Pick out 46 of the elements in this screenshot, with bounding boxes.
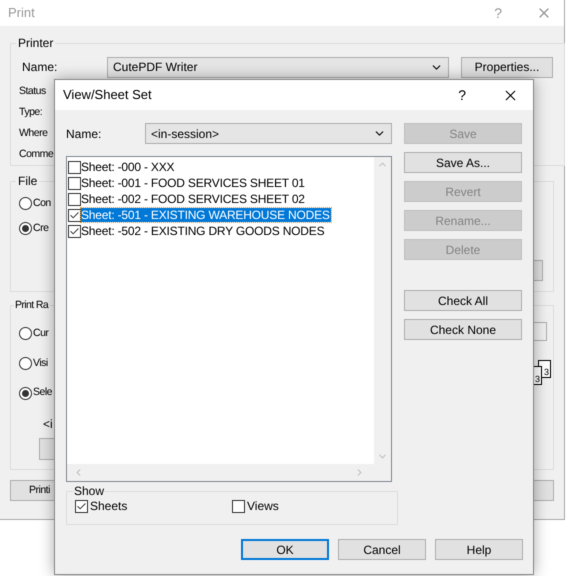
window-title: View/Sheet Set (63, 86, 152, 104)
check-button[interactable]: Check All (404, 290, 522, 311)
checkbox-label: Views (247, 498, 279, 515)
group-label: File (17, 173, 38, 190)
checkbox[interactable] (68, 176, 81, 190)
radio-label: Sele (33, 385, 52, 400)
group-label: Printer (17, 35, 54, 52)
field-label: Name: (22, 59, 58, 76)
properties-button[interactable]: Properties... (461, 56, 553, 78)
checkbox[interactable] (75, 500, 88, 512)
list-item[interactable]: Sheet: -001 - FOOD SERVICES SHEET 01 (81, 176, 306, 190)
list-item[interactable]: Sheet: -002 - FOOD SERVICES SHEET 02 (81, 192, 306, 206)
radio-button[interactable] (19, 222, 32, 236)
checkbox[interactable] (232, 500, 245, 512)
list-item[interactable]: Sheet: -501 - EXISTING WAREHOUSE NODES (81, 208, 331, 222)
radio-button[interactable] (19, 356, 32, 370)
checkbox[interactable] (68, 192, 81, 206)
radio-button[interactable] (19, 197, 32, 210)
field-label: Name: (66, 126, 102, 142)
list-item[interactable]: Sheet: -502 - EXISTING DRY GOODS NODES (81, 224, 326, 238)
radio-button[interactable] (19, 386, 32, 400)
side-button[interactable]: Save As... (404, 152, 522, 173)
checkbox[interactable] (68, 224, 81, 238)
group-label: Print Ra (14, 298, 50, 313)
checkbox[interactable] (68, 160, 81, 174)
field-label: Where (19, 126, 48, 141)
checkbox[interactable] (68, 208, 81, 222)
name-dropdown[interactable]: <in-session> (145, 123, 392, 144)
field-label: Status (19, 84, 46, 99)
radio-button[interactable] (19, 327, 32, 340)
window-title: Print (8, 4, 35, 22)
radio-label: Con (33, 196, 51, 211)
footer-button[interactable]: Cancel (338, 539, 426, 560)
printer-dropdown[interactable]: CutePDF Writer (107, 56, 449, 78)
view-set-name: <i (43, 416, 54, 433)
radio-label: Cur (33, 326, 48, 341)
check-button[interactable]: Check None (404, 319, 522, 340)
field-label: Type: (19, 105, 42, 120)
radio-label: Visi (33, 356, 48, 370)
help-button[interactable]: ? (458, 84, 466, 106)
footer-button[interactable]: Help (435, 539, 523, 560)
list-item[interactable]: Sheet: -000 - XXX (81, 160, 176, 174)
radio-label: Cre (33, 220, 48, 236)
footer-button[interactable]: OK (241, 539, 329, 560)
field-label: Comme (19, 147, 54, 162)
checkbox-label: Sheets (90, 498, 128, 515)
